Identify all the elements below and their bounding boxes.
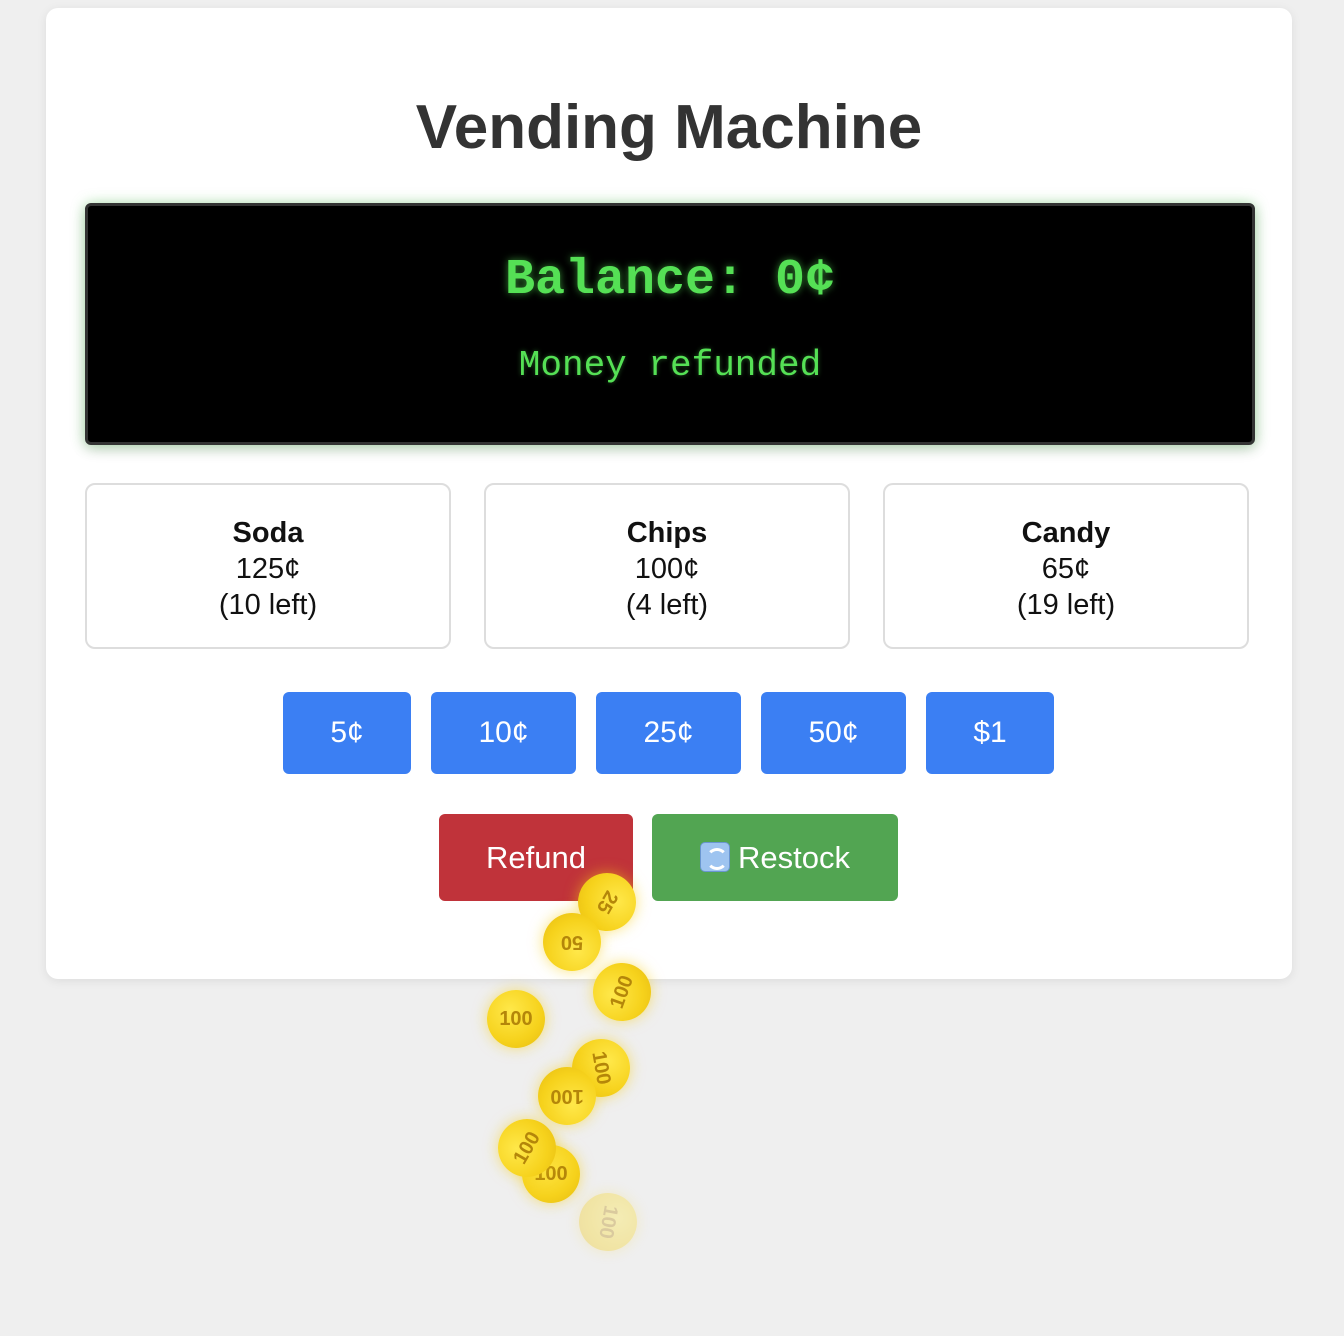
product-price: 100¢: [634, 553, 700, 585]
product-name: Soda: [232, 517, 304, 549]
product-price: 65¢: [1041, 553, 1091, 585]
insert-50-cents-button[interactable]: 50¢: [761, 692, 906, 774]
falling-coin: 100: [574, 1188, 642, 1256]
coin-value: 100: [509, 1128, 545, 1168]
product-stock: (19 left): [1016, 589, 1116, 621]
product-grid: Soda 125¢ (10 left) Chips 100¢ (4 left) …: [85, 483, 1253, 653]
refresh-icon: [700, 842, 730, 872]
coin-value: 100: [550, 1085, 584, 1107]
product-name: Candy: [1021, 517, 1111, 549]
balance-text: Balance: 0¢: [504, 252, 836, 309]
product-stock: (10 left): [218, 589, 318, 621]
product-price: 125¢: [235, 553, 301, 585]
coin-buttons: 5¢ 10¢ 25¢ 50¢ $1: [46, 692, 1292, 774]
insert-25-cents-button[interactable]: 25¢: [596, 692, 741, 774]
insert-1-dollar-button[interactable]: $1: [926, 692, 1054, 774]
coin-value: 100: [594, 1203, 622, 1241]
product-soda[interactable]: Soda 125¢ (10 left): [85, 483, 451, 649]
coin-value: 50: [560, 931, 584, 953]
coin-value: 25: [591, 886, 623, 918]
status-message: Money refunded: [518, 345, 822, 386]
product-candy[interactable]: Candy 65¢ (19 left): [883, 483, 1249, 649]
balance-display: Balance: 0¢ Money refunded: [85, 203, 1255, 445]
restock-label: Restock: [738, 840, 850, 875]
vending-machine-card: Vending Machine Balance: 0¢ Money refund…: [46, 8, 1292, 979]
falling-coin: 50: [543, 913, 601, 971]
product-chips[interactable]: Chips 100¢ (4 left): [484, 483, 850, 649]
insert-10-cents-button[interactable]: 10¢: [431, 692, 576, 774]
insert-5-cents-button[interactable]: 5¢: [283, 692, 411, 774]
product-name: Chips: [626, 517, 708, 549]
coin-value: 100: [499, 1008, 533, 1030]
product-stock: (4 left): [625, 589, 709, 621]
restock-button[interactable]: Restock: [652, 814, 898, 901]
coin-value: 100: [605, 972, 639, 1012]
falling-coin: 100: [538, 1067, 596, 1125]
page-title: Vending Machine: [415, 93, 923, 162]
falling-coin: 100: [487, 990, 545, 1048]
